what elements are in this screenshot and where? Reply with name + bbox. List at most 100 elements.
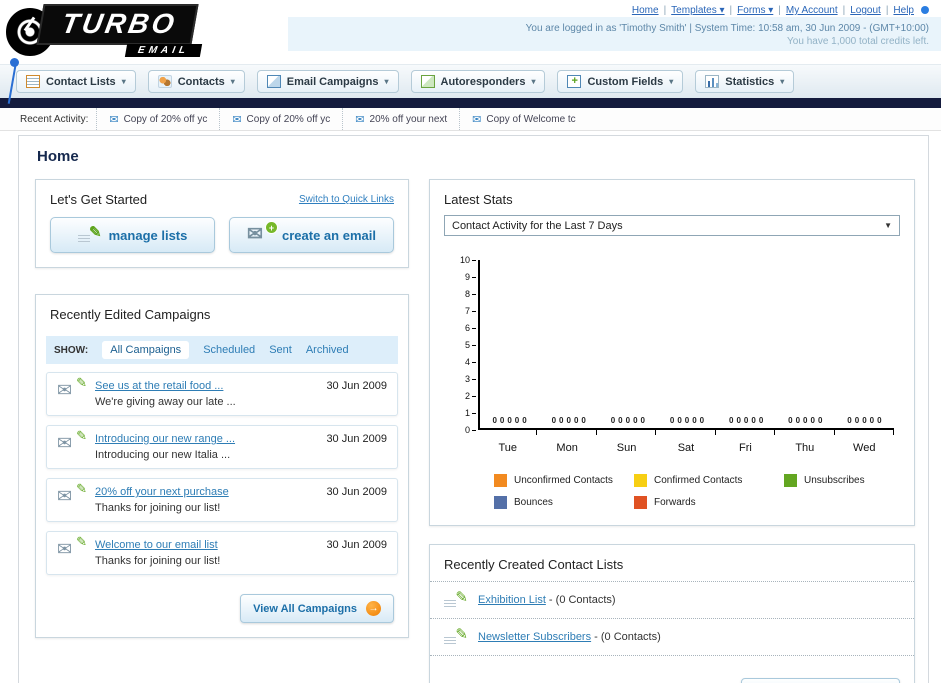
- campaign-subtitle: Introducing our new Italia ...: [95, 449, 231, 461]
- campaign-subtitle: Thanks for joining our list!: [95, 502, 221, 514]
- legend-label: Forwards: [654, 497, 696, 508]
- contact-lists-panel: Recently Created Contact Lists ✎ Exhibiti…: [429, 544, 915, 683]
- stats-period-value: Contact Activity for the Last 7 Days: [452, 219, 623, 232]
- contact-lists-title: Recently Created Contact Lists: [430, 545, 914, 582]
- y-tick: 0: [448, 425, 476, 435]
- page-title: Home: [37, 148, 79, 165]
- contact-activity-chart: 10 9 8 7 6 5 4 3 2 1 0 000000000000000000000000000…: [448, 255, 900, 460]
- get-started-buttons: ✎ manage lists ✉ + create an email: [50, 217, 394, 253]
- view-all-campaigns-button[interactable]: View All Campaigns →: [240, 594, 394, 623]
- legend-swatch: [784, 474, 797, 487]
- main-content: Home Let's Get Started Switch to Quick L…: [18, 135, 929, 683]
- value-label: 0: [618, 416, 623, 425]
- top-link-forms[interactable]: Forms ▾: [737, 5, 773, 16]
- campaign-subtitle: Thanks for joining our list!: [95, 555, 221, 567]
- x-axis-label: Mon: [556, 442, 578, 454]
- tab-contact-lists[interactable]: Contact Lists ▾: [16, 70, 136, 93]
- contact-list-item: ✎ Newsletter Subscribers - (0 Contacts): [430, 619, 914, 656]
- switch-quick-links-link[interactable]: Switch to Quick Links: [299, 194, 394, 205]
- y-tick: 10: [448, 255, 476, 265]
- manage-lists-label: manage lists: [108, 227, 188, 243]
- top-link-templates[interactable]: Templates ▾: [671, 5, 724, 16]
- nav-separator: |: [663, 5, 667, 16]
- value-label: 0: [729, 416, 734, 425]
- campaign-title-link[interactable]: Introducing our new range ...: [95, 433, 314, 445]
- filter-tab-sent[interactable]: Sent: [269, 344, 292, 356]
- chevron-down-icon: ▾: [121, 77, 126, 86]
- top-link-help[interactable]: Help: [893, 5, 914, 16]
- y-tick-label: 1: [464, 408, 470, 418]
- tab-email-campaigns[interactable]: Email Campaigns ▾: [256, 70, 399, 93]
- recent-activity-item[interactable]: ✉ Copy of 20% off yc: [96, 108, 219, 130]
- left-column: Let's Get Started Switch to Quick Links …: [35, 179, 409, 638]
- envelope-pencil-icon: ✉ ✎: [57, 428, 87, 453]
- recent-activity-text: 20% off your next: [369, 113, 448, 125]
- contact-list-link[interactable]: Exhibition List: [478, 594, 546, 606]
- see-all-contact-lists-button[interactable]: See All Contact Lists →: [740, 678, 900, 683]
- y-tick-mark: [472, 395, 476, 397]
- legend-item: Unconfirmed Contacts: [494, 474, 634, 487]
- x-tick: [597, 430, 657, 435]
- tab-statistics[interactable]: Statistics ▾: [695, 70, 795, 93]
- campaign-filter-tabs: SHOW: All Campaigns Scheduled Sent Archived: [46, 336, 398, 364]
- value-label: 0: [507, 416, 512, 425]
- filter-tab-all-campaigns[interactable]: All Campaigns: [102, 341, 190, 359]
- y-tick-mark: [472, 310, 476, 312]
- tab-label: Email Campaigns: [286, 75, 379, 88]
- envelope-pencil-icon: ✉ ✎: [57, 534, 87, 559]
- recent-activity-item[interactable]: ✉ Copy of Welcome tc: [459, 108, 588, 130]
- recent-activity-item[interactable]: ✉ 20% off your next: [342, 108, 459, 130]
- legend-swatch: [634, 496, 647, 509]
- chart-x-ticks: [478, 430, 894, 435]
- value-label: 0: [877, 416, 882, 425]
- campaign-title-link[interactable]: See us at the retail food ...: [95, 380, 314, 392]
- top-link-my-account[interactable]: My Account: [786, 5, 838, 16]
- campaigns-panel: Recently Edited Campaigns SHOW: All Camp…: [35, 294, 409, 638]
- value-label: 0: [736, 416, 741, 425]
- dashboard-columns: Let's Get Started Switch to Quick Links …: [31, 179, 915, 683]
- value-label: 0: [847, 416, 852, 425]
- envelope-icon: ✉: [109, 113, 119, 126]
- campaign-title-link[interactable]: Welcome to our email list: [95, 539, 314, 551]
- filter-tab-archived[interactable]: Archived: [306, 344, 349, 356]
- legend-swatch: [494, 474, 507, 487]
- top-link-logout[interactable]: Logout: [850, 5, 881, 16]
- tab-custom-fields[interactable]: Custom Fields ▾: [557, 70, 684, 93]
- value-label: 0: [522, 416, 527, 425]
- pencil-glyph: ✎: [455, 589, 468, 606]
- y-tick-mark: [472, 429, 476, 431]
- campaigns-title: Recently Edited Campaigns: [50, 307, 211, 322]
- manage-lists-button[interactable]: ✎ manage lists: [50, 217, 215, 253]
- value-label: 0: [795, 416, 801, 425]
- value-label: 0: [758, 416, 764, 425]
- stats-period-select[interactable]: Contact Activity for the Last 7 Days ▼: [444, 215, 900, 236]
- tab-contacts[interactable]: Contacts ▾: [147, 70, 245, 93]
- filter-tab-scheduled[interactable]: Scheduled: [203, 344, 255, 356]
- recent-activity-item[interactable]: ✉ Copy of 20% off yc: [219, 108, 342, 130]
- campaign-date: 30 Jun 2009: [326, 539, 387, 551]
- chevron-down-icon: ▾: [780, 77, 785, 86]
- value-label: 0: [640, 416, 645, 425]
- value-label: 0: [566, 416, 571, 425]
- contact-list-link[interactable]: Newsletter Subscribers: [478, 631, 591, 643]
- value-label-group: 00000: [480, 416, 539, 425]
- latest-stats-panel: Latest Stats Contact Activity for the La…: [429, 179, 915, 526]
- x-axis-label: Thu: [795, 442, 815, 454]
- value-label: 0: [581, 416, 586, 425]
- pencil-lines-icon: ✎: [444, 589, 468, 609]
- legend-label: Confirmed Contacts: [654, 475, 743, 486]
- nav-separator: |: [778, 5, 781, 16]
- campaign-title-link[interactable]: 20% off your next purchase: [95, 486, 314, 498]
- top-link-home[interactable]: Home: [632, 5, 659, 16]
- tab-label: Custom Fields: [587, 75, 664, 88]
- pencil-icon: ✎: [77, 224, 102, 244]
- y-tick-mark: [472, 276, 476, 278]
- get-started-panel: Let's Get Started Switch to Quick Links …: [35, 179, 409, 268]
- y-tick: 4: [448, 357, 476, 367]
- recent-activity-text: Copy of 20% off yc: [123, 113, 208, 125]
- tab-autoresponders[interactable]: Autoresponders ▾: [410, 70, 546, 93]
- contact-list-items: ✎ Exhibition List - (0 Contacts) ✎ Newslett…: [430, 582, 914, 656]
- create-email-button[interactable]: ✉ + create an email: [229, 217, 394, 253]
- contact-list-item: ✎ Exhibition List - (0 Contacts): [430, 582, 914, 619]
- value-label: 0: [692, 416, 697, 425]
